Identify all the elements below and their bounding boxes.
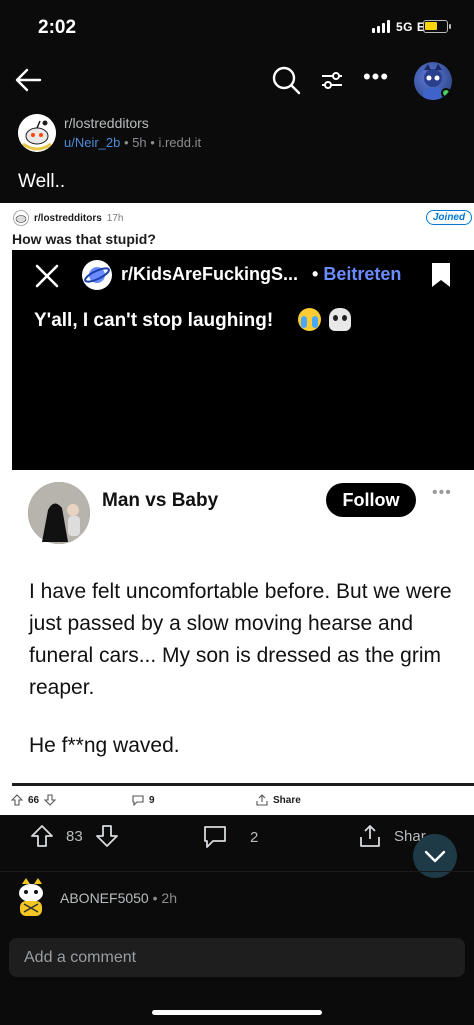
- tweet-body: I have felt uncomfortable before. But we…: [29, 580, 452, 699]
- comment-age: 2h: [161, 890, 177, 906]
- vote-count: 83: [66, 827, 83, 845]
- tweet-avatar: [28, 482, 90, 544]
- embedded-share: Share: [256, 794, 301, 806]
- sort-icon: [322, 72, 342, 89]
- network-label: 5G E: [396, 20, 426, 34]
- vote-controls: 83: [30, 824, 119, 848]
- post-age: 5h: [132, 135, 147, 150]
- tweet-author: Man vs Baby: [102, 490, 219, 511]
- signal-icon: [372, 20, 390, 33]
- downvote-icon: [44, 794, 57, 806]
- comment-icon: [204, 826, 226, 848]
- post-actions: 83 2 Shar: [0, 820, 474, 864]
- inner-join-label: Beitreten: [323, 264, 402, 284]
- inner-post-title: Y'all, I can't stop laughing!: [34, 310, 274, 331]
- search-button[interactable]: [270, 64, 302, 96]
- tweet-body-line2: He f**ng waved.: [29, 734, 180, 757]
- commenter-meta: ABONEF5050 • 2h: [60, 890, 177, 906]
- share-icon: [360, 825, 380, 847]
- more-horizontal-icon: •••: [362, 64, 390, 89]
- subreddit-link[interactable]: r/lostredditors: [64, 115, 149, 131]
- embedded-comments: 9: [132, 794, 155, 806]
- comment-count: 2: [250, 828, 259, 846]
- embedded-vote-count: 66: [28, 794, 40, 806]
- emoji-row: [298, 308, 351, 331]
- battery-icon: [423, 20, 451, 33]
- more-options-button[interactable]: •••: [362, 66, 390, 94]
- crying-emoji-icon: [298, 308, 321, 331]
- inner-screenshot: r/KidsAreFuckingS... • Beitreten Y'all, …: [12, 250, 474, 470]
- follow-button: Follow: [326, 483, 416, 517]
- skull-emoji-icon: [329, 308, 351, 331]
- subreddit-avatar[interactable]: [18, 114, 56, 152]
- embedded-header: r/lostredditors 17h: [13, 210, 123, 226]
- commenter-avatar[interactable]: [14, 878, 48, 916]
- share-icon: [256, 794, 268, 806]
- online-indicator: [441, 88, 451, 98]
- upvote-icon[interactable]: [30, 824, 54, 848]
- embedded-votes: 66: [11, 794, 57, 806]
- add-comment-box[interactable]: [9, 938, 465, 977]
- embedded-share-label: Share: [273, 794, 301, 806]
- author-link[interactable]: u/Neir_2b: [64, 135, 120, 150]
- downvote-icon[interactable]: [95, 824, 119, 848]
- planet-icon: [82, 260, 112, 290]
- status-time: 2:02: [38, 17, 77, 38]
- tweet-more-icon: •••: [432, 484, 452, 501]
- comment-icon: [132, 795, 144, 806]
- status-bar: 2:02 5G E: [0, 0, 474, 58]
- embedded-actions: 66 9 Share: [0, 790, 474, 814]
- comments-button[interactable]: 2: [202, 824, 258, 850]
- close-icon: [35, 264, 59, 288]
- snoo-avatar-icon: [19, 878, 43, 916]
- commenter-name[interactable]: ABONEF5050: [60, 890, 149, 906]
- meta-separator: •: [124, 135, 129, 150]
- comment-dot: •: [152, 890, 158, 906]
- embedded-comment-count: 9: [149, 794, 155, 806]
- meta-separator-2: •: [150, 135, 155, 150]
- snoo-icon: [18, 114, 56, 152]
- embedded-age: 17h: [106, 212, 124, 224]
- post-meta: u/Neir_2b • 5h • i.redd.it: [64, 135, 201, 150]
- snoo-small-icon: [13, 210, 29, 226]
- post-title: Well..: [18, 171, 66, 192]
- comment-input[interactable]: [9, 938, 465, 977]
- post-image[interactable]: r/lostredditors 17h Joined How was that …: [0, 203, 474, 815]
- tweet-card: Man vs Baby Follow ••• I have felt uncom…: [12, 470, 474, 786]
- search-icon: [272, 66, 301, 95]
- inner-subreddit: r/KidsAreFuckingS...: [121, 264, 299, 284]
- bookmark-icon: [432, 263, 450, 287]
- post-domain[interactable]: i.redd.it: [158, 135, 201, 150]
- upvote-icon: [11, 794, 23, 806]
- divider: [0, 871, 474, 872]
- embedded-title: How was that stupid?: [12, 231, 156, 247]
- home-indicator[interactable]: [152, 1010, 322, 1015]
- back-button[interactable]: [12, 64, 44, 96]
- embedded-subreddit: r/lostredditors: [34, 212, 102, 224]
- user-avatar[interactable]: [414, 62, 452, 100]
- sort-button[interactable]: [318, 66, 346, 94]
- arrow-left-icon: [15, 68, 42, 92]
- inner-dot: •: [312, 264, 319, 284]
- joined-badge: Joined: [426, 210, 472, 225]
- inner-join: • Beitreten: [312, 264, 401, 285]
